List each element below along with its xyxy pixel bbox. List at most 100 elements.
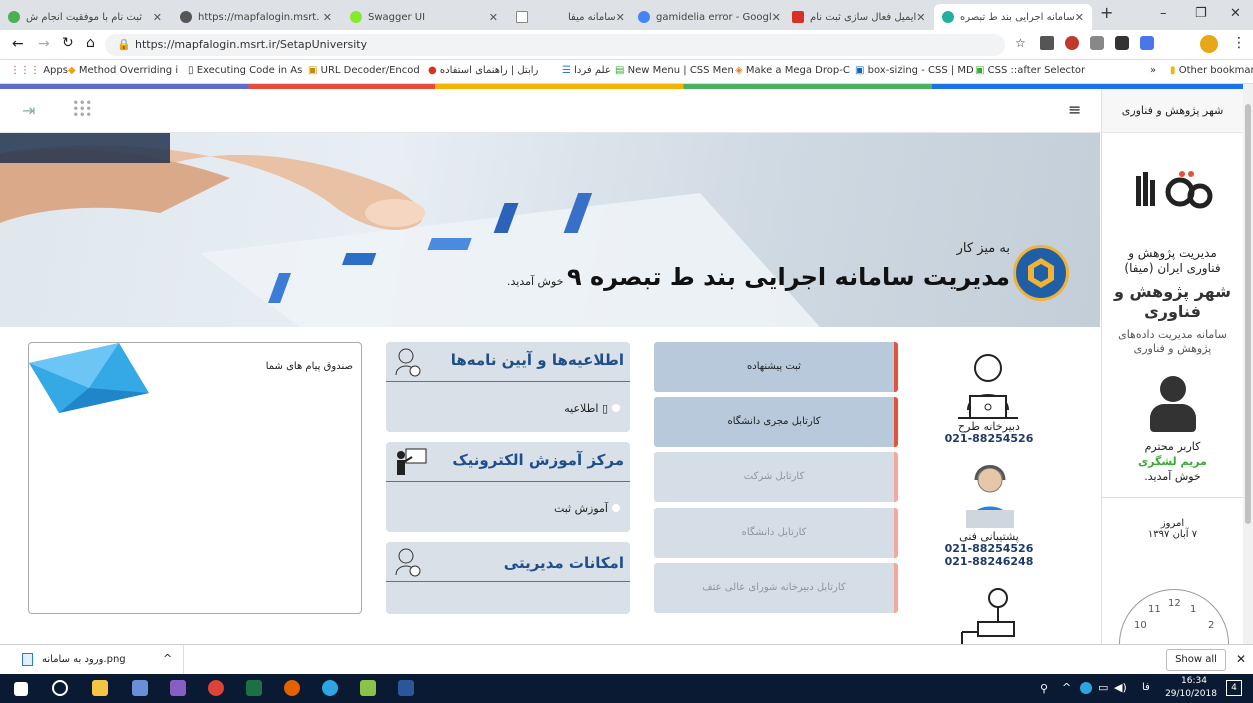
back-icon[interactable]: ← xyxy=(12,36,24,52)
network-icon[interactable]: ▭ xyxy=(1098,681,1108,694)
council-secretariat-cartable-button[interactable]: کارتابل دبیرخانه شورای عالی عتف xyxy=(654,563,898,613)
bookmark-item[interactable]: ▣ URL Decoder/Encod xyxy=(308,65,420,76)
download-item[interactable]: ورود به سامانه.png ^ xyxy=(8,645,184,675)
extension-icon[interactable] xyxy=(1090,36,1104,50)
browser-tab[interactable]: سامانه میفا ✕ xyxy=(560,4,626,30)
favicon-icon xyxy=(8,11,20,23)
close-icon[interactable]: ✕ xyxy=(489,11,498,24)
close-icon[interactable]: ✕ xyxy=(616,11,625,24)
browser-tab[interactable]: gamidelia error - Googl ✕ xyxy=(630,4,782,30)
home-icon[interactable]: ⌂ xyxy=(86,35,95,51)
submit-proposal-button[interactable]: ثبت پیشنهاده xyxy=(654,342,898,392)
file-explorer-icon[interactable] xyxy=(92,680,108,696)
favicon-icon xyxy=(350,11,362,23)
people-icon[interactable]: ⚲ xyxy=(1040,682,1048,695)
app-icon[interactable] xyxy=(360,680,376,696)
elearning-item[interactable]: آموزش ثبت xyxy=(554,502,620,515)
clock-number: 1 xyxy=(1190,604,1197,615)
hamburger-menu-icon[interactable]: ≡ xyxy=(1068,100,1081,119)
to-desk-label: به میز کار xyxy=(956,241,1010,256)
tray-chevron-icon[interactable]: ^ xyxy=(1062,681,1071,694)
chevron-up-icon[interactable]: ^ xyxy=(163,652,172,665)
browser-tab[interactable]: ثبت نام با موفقیت انجام ش ✕ xyxy=(0,4,170,30)
hero-title: مدیریت سامانه اجرایی بند ط تبصره ۹ xyxy=(566,263,1010,291)
more-icon[interactable]: ⋮ xyxy=(1232,35,1246,51)
url-input[interactable]: 🔒 https://mapfalogin.msrt.ir/SetapUnivers… xyxy=(105,34,1005,56)
visual-studio-icon[interactable] xyxy=(170,680,186,696)
close-downloads-icon[interactable]: ✕ xyxy=(1236,652,1246,666)
close-icon[interactable]: ✕ xyxy=(1075,11,1084,24)
bookmark-item[interactable]: ☰ علم فردا xyxy=(562,65,611,76)
page-scrollbar[interactable] xyxy=(1243,84,1253,644)
browser-tab[interactable]: Swagger UI ✕ xyxy=(342,4,506,30)
word-icon[interactable] xyxy=(398,680,414,696)
restore-button[interactable]: ❐ xyxy=(1195,6,1207,21)
welcome-text: خوش آمدید. xyxy=(1144,470,1201,483)
clock-time[interactable]: 16:34 xyxy=(1168,676,1220,686)
star-icon[interactable]: ☆ xyxy=(1015,36,1026,50)
org-chart-icon xyxy=(958,588,1022,644)
bullet-icon xyxy=(612,404,620,412)
reload-icon[interactable]: ↻ xyxy=(62,35,74,51)
extension-icon[interactable] xyxy=(1040,36,1054,50)
company-cartable-button[interactable]: کارتابل شرکت xyxy=(654,452,898,502)
page-topbar: ⇥ ∙∙∙ ∙∙∙ ∙∙∙ ≡ xyxy=(0,89,1243,133)
clock-date[interactable]: 29/10/2018 xyxy=(1160,689,1222,699)
excel-icon[interactable] xyxy=(246,680,262,696)
bookmarks-overflow[interactable]: » xyxy=(1150,65,1156,76)
app-icon[interactable] xyxy=(132,680,148,696)
close-icon[interactable]: ✕ xyxy=(323,11,332,24)
search-icon[interactable] xyxy=(52,680,68,696)
extension-icon[interactable] xyxy=(1140,36,1154,50)
bookmark-item[interactable]: ● رابتل | راهنمای استفاده xyxy=(428,65,538,76)
apps-icon: ⋮⋮⋮ xyxy=(10,65,40,76)
window-close-button[interactable]: ✕ xyxy=(1230,6,1241,21)
grid-menu-icon[interactable]: ∙∙∙ ∙∙∙ ∙∙∙ xyxy=(72,96,93,120)
clock-number: 11 xyxy=(1148,604,1161,615)
bookmark-icon: ◈ xyxy=(735,65,743,76)
bookmark-item[interactable]: ▯ Executing Code in As xyxy=(188,65,302,76)
close-icon[interactable]: ✕ xyxy=(916,11,925,24)
user-name: مریم لشگری xyxy=(1138,455,1207,468)
close-icon[interactable]: ✕ xyxy=(772,11,781,24)
inbox-panel[interactable]: صندوق پیام های شما xyxy=(28,342,362,614)
elearning-title: مرکز آموزش الکترونیک xyxy=(452,451,624,469)
browser-tab[interactable]: https://mapfalogin.msrt. ✕ xyxy=(172,4,340,30)
show-all-button[interactable]: Show all xyxy=(1166,649,1226,671)
bookmark-icon: ▣ xyxy=(308,65,318,76)
logout-icon[interactable]: ⇥ xyxy=(22,101,35,120)
bookmark-item[interactable]: ◈ Make a Mega Drop-C xyxy=(735,65,850,76)
bookmarks-bar: ⋮⋮⋮ Apps ◆ Method Overriding i ▯ Executi… xyxy=(0,60,1253,84)
language-indicator[interactable]: فا xyxy=(1142,682,1150,693)
bookmark-item[interactable]: ◆ Method Overriding i xyxy=(68,65,178,76)
windows-start-icon[interactable] xyxy=(14,682,28,696)
extension-icon[interactable] xyxy=(1115,36,1129,50)
telegram-tray-icon[interactable] xyxy=(1080,682,1092,694)
close-icon[interactable]: ✕ xyxy=(153,11,162,24)
extension-icon[interactable] xyxy=(1065,36,1079,50)
bookmark-item[interactable]: ▤ New Menu | CSS Men xyxy=(615,65,734,76)
news-item[interactable]: ▯ اطلاعیه xyxy=(564,402,620,415)
notification-icon[interactable]: 4 xyxy=(1226,680,1242,696)
browser-tab-active[interactable]: سامانه اجرایی بند ط تبصره ✕ xyxy=(934,4,1092,30)
telegram-icon[interactable] xyxy=(322,680,338,696)
university-executor-cartable-button[interactable]: کارتابل مجری دانشگاه xyxy=(654,397,898,447)
support-phone[interactable]: 021-88254526 xyxy=(944,542,1034,555)
new-tab-button[interactable]: + xyxy=(1100,3,1113,22)
bookmark-other[interactable]: ▮ Other bookmarks xyxy=(1170,65,1253,76)
browser-tab[interactable]: ایمیل فعال سازی ثبت نام ✕ xyxy=(784,4,932,30)
bookmark-apps[interactable]: ⋮⋮⋮ Apps xyxy=(10,65,68,76)
volume-icon[interactable]: ◀) xyxy=(1114,681,1127,694)
university-cartable-button[interactable]: کارتابل دانشگاه xyxy=(654,508,898,558)
profile-avatar[interactable] xyxy=(1200,35,1218,53)
support-phone-2[interactable]: 021-88246248 xyxy=(944,555,1034,568)
browser-tab-bar: ثبت نام با موفقیت انجام ش ✕ https://mapfa… xyxy=(0,0,1253,30)
firefox-icon[interactable] xyxy=(284,680,300,696)
chrome-icon[interactable] xyxy=(208,680,224,696)
secretariat-phone[interactable]: 021-88254526 xyxy=(944,432,1034,445)
bookmark-item[interactable]: ▣ box-sizing - CSS | MD xyxy=(855,65,974,76)
inbox-title: صندوق پیام های شما xyxy=(265,361,353,372)
minimize-button[interactable]: – xyxy=(1160,6,1167,21)
bookmark-item[interactable]: ▣ CSS ::after Selector xyxy=(975,65,1085,76)
forward-icon[interactable]: → xyxy=(38,36,50,52)
